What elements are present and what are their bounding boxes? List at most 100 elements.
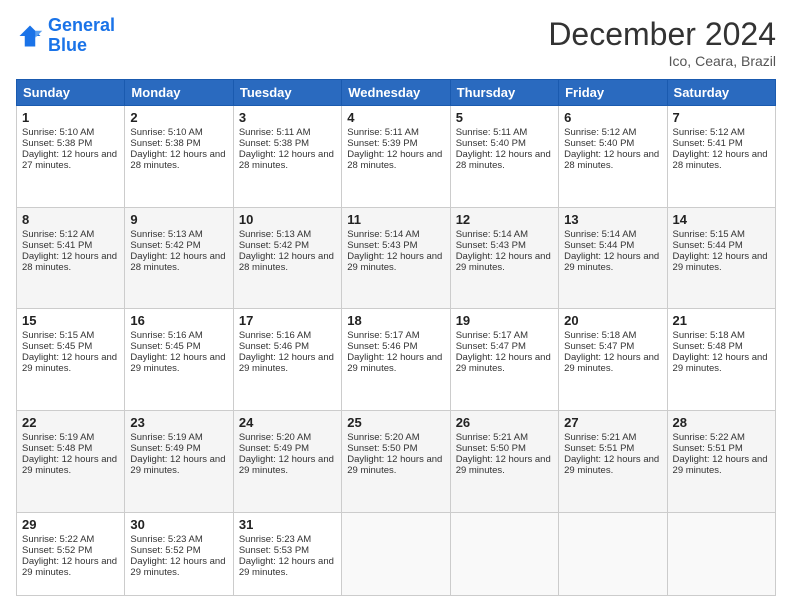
daylight-text: Daylight: 12 hours and 29 minutes.	[130, 454, 225, 476]
sunrise-text: Sunrise: 5:18 AM	[564, 330, 636, 341]
table-row: 24Sunrise: 5:20 AMSunset: 5:49 PMDayligh…	[233, 411, 341, 513]
calendar-table: Sunday Monday Tuesday Wednesday Thursday…	[16, 79, 776, 596]
sunrise-text: Sunrise: 5:22 AM	[22, 534, 94, 545]
sunrise-text: Sunrise: 5:21 AM	[456, 432, 528, 443]
logo: General Blue	[16, 16, 115, 56]
table-row: 12Sunrise: 5:14 AMSunset: 5:43 PMDayligh…	[450, 207, 558, 309]
sunrise-text: Sunrise: 5:20 AM	[347, 432, 419, 443]
table-row: 1Sunrise: 5:10 AMSunset: 5:38 PMDaylight…	[17, 106, 125, 208]
day-number: 27	[564, 415, 661, 430]
sunrise-text: Sunrise: 5:14 AM	[347, 229, 419, 240]
table-row: 17Sunrise: 5:16 AMSunset: 5:46 PMDayligh…	[233, 309, 341, 411]
sunset-text: Sunset: 5:49 PM	[239, 443, 309, 454]
page: General Blue December 2024 Ico, Ceara, B…	[0, 0, 792, 612]
daylight-text: Daylight: 12 hours and 29 minutes.	[673, 454, 768, 476]
table-row: 27Sunrise: 5:21 AMSunset: 5:51 PMDayligh…	[559, 411, 667, 513]
day-number: 25	[347, 415, 444, 430]
day-number: 14	[673, 212, 770, 227]
day-number: 11	[347, 212, 444, 227]
daylight-text: Daylight: 12 hours and 29 minutes.	[564, 454, 659, 476]
daylight-text: Daylight: 12 hours and 29 minutes.	[456, 352, 551, 374]
sunset-text: Sunset: 5:44 PM	[673, 240, 743, 251]
day-number: 28	[673, 415, 770, 430]
table-row: 8Sunrise: 5:12 AMSunset: 5:41 PMDaylight…	[17, 207, 125, 309]
day-number: 24	[239, 415, 336, 430]
header-tuesday: Tuesday	[233, 80, 341, 106]
header-saturday: Saturday	[667, 80, 775, 106]
day-number: 7	[673, 110, 770, 125]
daylight-text: Daylight: 12 hours and 28 minutes.	[564, 149, 659, 171]
sunrise-text: Sunrise: 5:20 AM	[239, 432, 311, 443]
sunset-text: Sunset: 5:42 PM	[130, 240, 200, 251]
sunrise-text: Sunrise: 5:10 AM	[22, 127, 94, 138]
logo-icon	[16, 22, 44, 50]
table-row: 5Sunrise: 5:11 AMSunset: 5:40 PMDaylight…	[450, 106, 558, 208]
table-row	[559, 512, 667, 595]
daylight-text: Daylight: 12 hours and 29 minutes.	[239, 556, 334, 578]
sunset-text: Sunset: 5:48 PM	[22, 443, 92, 454]
daylight-text: Daylight: 12 hours and 28 minutes.	[456, 149, 551, 171]
sunset-text: Sunset: 5:47 PM	[456, 341, 526, 352]
day-number: 3	[239, 110, 336, 125]
daylight-text: Daylight: 12 hours and 29 minutes.	[673, 352, 768, 374]
day-number: 16	[130, 313, 227, 328]
sunset-text: Sunset: 5:41 PM	[22, 240, 92, 251]
sunset-text: Sunset: 5:38 PM	[239, 138, 309, 149]
table-row: 22Sunrise: 5:19 AMSunset: 5:48 PMDayligh…	[17, 411, 125, 513]
sunset-text: Sunset: 5:38 PM	[130, 138, 200, 149]
sunrise-text: Sunrise: 5:15 AM	[673, 229, 745, 240]
sunset-text: Sunset: 5:43 PM	[456, 240, 526, 251]
day-number: 9	[130, 212, 227, 227]
daylight-text: Daylight: 12 hours and 28 minutes.	[239, 149, 334, 171]
sunrise-text: Sunrise: 5:12 AM	[22, 229, 94, 240]
table-row: 16Sunrise: 5:16 AMSunset: 5:45 PMDayligh…	[125, 309, 233, 411]
day-number: 29	[22, 517, 119, 532]
day-number: 18	[347, 313, 444, 328]
table-row: 7Sunrise: 5:12 AMSunset: 5:41 PMDaylight…	[667, 106, 775, 208]
table-row: 21Sunrise: 5:18 AMSunset: 5:48 PMDayligh…	[667, 309, 775, 411]
day-number: 26	[456, 415, 553, 430]
sunset-text: Sunset: 5:52 PM	[130, 545, 200, 556]
sunset-text: Sunset: 5:51 PM	[673, 443, 743, 454]
sunset-text: Sunset: 5:46 PM	[239, 341, 309, 352]
day-number: 15	[22, 313, 119, 328]
day-number: 4	[347, 110, 444, 125]
daylight-text: Daylight: 12 hours and 29 minutes.	[22, 556, 117, 578]
sunrise-text: Sunrise: 5:19 AM	[22, 432, 94, 443]
sunrise-text: Sunrise: 5:13 AM	[130, 229, 202, 240]
table-row: 30Sunrise: 5:23 AMSunset: 5:52 PMDayligh…	[125, 512, 233, 595]
sunset-text: Sunset: 5:38 PM	[22, 138, 92, 149]
sunrise-text: Sunrise: 5:23 AM	[130, 534, 202, 545]
sunset-text: Sunset: 5:45 PM	[130, 341, 200, 352]
sunrise-text: Sunrise: 5:16 AM	[130, 330, 202, 341]
table-row: 25Sunrise: 5:20 AMSunset: 5:50 PMDayligh…	[342, 411, 450, 513]
sunset-text: Sunset: 5:44 PM	[564, 240, 634, 251]
daylight-text: Daylight: 12 hours and 29 minutes.	[456, 454, 551, 476]
sunrise-text: Sunrise: 5:11 AM	[347, 127, 419, 138]
sunrise-text: Sunrise: 5:11 AM	[239, 127, 311, 138]
day-number: 23	[130, 415, 227, 430]
sunrise-text: Sunrise: 5:13 AM	[239, 229, 311, 240]
sunrise-text: Sunrise: 5:15 AM	[22, 330, 94, 341]
daylight-text: Daylight: 12 hours and 29 minutes.	[130, 556, 225, 578]
day-number: 6	[564, 110, 661, 125]
table-row: 11Sunrise: 5:14 AMSunset: 5:43 PMDayligh…	[342, 207, 450, 309]
sunset-text: Sunset: 5:49 PM	[130, 443, 200, 454]
logo-text: General Blue	[48, 16, 115, 56]
table-row: 23Sunrise: 5:19 AMSunset: 5:49 PMDayligh…	[125, 411, 233, 513]
header-monday: Monday	[125, 80, 233, 106]
day-number: 2	[130, 110, 227, 125]
sunrise-text: Sunrise: 5:10 AM	[130, 127, 202, 138]
sunset-text: Sunset: 5:45 PM	[22, 341, 92, 352]
sunset-text: Sunset: 5:41 PM	[673, 138, 743, 149]
header-thursday: Thursday	[450, 80, 558, 106]
sunrise-text: Sunrise: 5:11 AM	[456, 127, 528, 138]
table-row: 15Sunrise: 5:15 AMSunset: 5:45 PMDayligh…	[17, 309, 125, 411]
table-row: 19Sunrise: 5:17 AMSunset: 5:47 PMDayligh…	[450, 309, 558, 411]
day-number: 5	[456, 110, 553, 125]
title-block: December 2024 Ico, Ceara, Brazil	[548, 16, 776, 69]
sunrise-text: Sunrise: 5:17 AM	[347, 330, 419, 341]
table-row: 6Sunrise: 5:12 AMSunset: 5:40 PMDaylight…	[559, 106, 667, 208]
table-row: 13Sunrise: 5:14 AMSunset: 5:44 PMDayligh…	[559, 207, 667, 309]
sunrise-text: Sunrise: 5:17 AM	[456, 330, 528, 341]
